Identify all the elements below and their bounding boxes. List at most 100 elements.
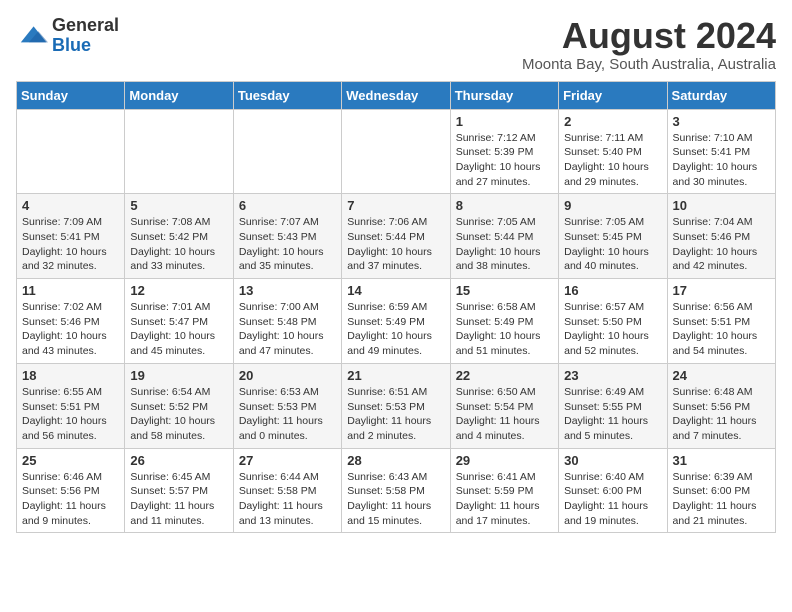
calendar-cell: 30 Sunrise: 6:40 AM Sunset: 6:00 PM Dayli… [559, 448, 667, 533]
calendar-cell: 9Sunrise: 7:05 AM Sunset: 5:45 PM Daylig… [559, 194, 667, 279]
page-header: General Blue August 2024 Moonta Bay, Sou… [16, 16, 776, 73]
calendar-cell: 28 Sunrise: 6:43 AM Sunset: 5:58 PM Dayli… [342, 448, 450, 533]
calendar-cell: 1 Sunrise: 7:12 AM Sunset: 5:39 PM Daylig… [450, 109, 558, 194]
day-of-week-header: Monday [125, 81, 233, 109]
day-info: Sunrise: 6:54 AM Sunset: 5:52 PM Dayligh… [130, 385, 227, 444]
day-info: Sunrise: 6:49 AM Sunset: 5:55 PM Dayligh… [564, 385, 661, 444]
calendar-cell [125, 109, 233, 194]
day-number: 16 [564, 283, 661, 298]
month-year-title: August 2024 [522, 16, 776, 56]
logo-icon [16, 20, 48, 52]
day-info: Sunrise: 7:08 AM Sunset: 5:42 PM Dayligh… [130, 215, 227, 274]
calendar-header-row: SundayMondayTuesdayWednesdayThursdayFrid… [17, 81, 776, 109]
day-number: 25 [22, 453, 119, 468]
calendar-week-row: 11 Sunrise: 7:02 AM Sunset: 5:46 PM Dayli… [17, 279, 776, 364]
calendar-cell: 8 Sunrise: 7:05 AM Sunset: 5:44 PM Daylig… [450, 194, 558, 279]
day-info: Sunrise: 7:09 AM Sunset: 5:41 PM Dayligh… [22, 215, 119, 274]
calendar-cell: 4 Sunrise: 7:09 AM Sunset: 5:41 PM Daylig… [17, 194, 125, 279]
day-number: 9 [564, 198, 661, 213]
calendar-cell: 5 Sunrise: 7:08 AM Sunset: 5:42 PM Daylig… [125, 194, 233, 279]
day-number: 22 [456, 368, 553, 383]
calendar-cell: 15Sunrise: 6:58 AM Sunset: 5:49 PM Dayli… [450, 279, 558, 364]
day-of-week-header: Saturday [667, 81, 775, 109]
calendar-cell: 22 Sunrise: 6:50 AM Sunset: 5:54 PM Dayli… [450, 363, 558, 448]
day-number: 23 [564, 368, 661, 383]
day-number: 10 [673, 198, 770, 213]
calendar-cell: 25 Sunrise: 6:46 AM Sunset: 5:56 PM Dayli… [17, 448, 125, 533]
day-number: 13 [239, 283, 336, 298]
calendar-cell [17, 109, 125, 194]
day-of-week-header: Tuesday [233, 81, 341, 109]
day-info: Sunrise: 6:43 AM Sunset: 5:58 PM Dayligh… [347, 470, 444, 529]
day-info: Sunrise: 6:40 AM Sunset: 6:00 PM Dayligh… [564, 470, 661, 529]
calendar-cell: 29Sunrise: 6:41 AM Sunset: 5:59 PM Dayli… [450, 448, 558, 533]
calendar-cell: 16 Sunrise: 6:57 AM Sunset: 5:50 PM Dayli… [559, 279, 667, 364]
day-info: Sunrise: 7:06 AM Sunset: 5:44 PM Dayligh… [347, 215, 444, 274]
calendar-table: SundayMondayTuesdayWednesdayThursdayFrid… [16, 81, 776, 534]
logo-blue-text: Blue [52, 35, 91, 55]
calendar-cell: 27Sunrise: 6:44 AM Sunset: 5:58 PM Dayli… [233, 448, 341, 533]
logo-general-text: General [52, 15, 119, 35]
day-number: 17 [673, 283, 770, 298]
day-number: 11 [22, 283, 119, 298]
calendar-week-row: 1 Sunrise: 7:12 AM Sunset: 5:39 PM Daylig… [17, 109, 776, 194]
calendar-cell: 12Sunrise: 7:01 AM Sunset: 5:47 PM Dayli… [125, 279, 233, 364]
day-number: 4 [22, 198, 119, 213]
calendar-cell: 17 Sunrise: 6:56 AM Sunset: 5:51 PM Dayli… [667, 279, 775, 364]
day-number: 28 [347, 453, 444, 468]
day-info: Sunrise: 7:02 AM Sunset: 5:46 PM Dayligh… [22, 300, 119, 359]
calendar-cell: 11 Sunrise: 7:02 AM Sunset: 5:46 PM Dayli… [17, 279, 125, 364]
day-info: Sunrise: 7:11 AM Sunset: 5:40 PM Dayligh… [564, 131, 661, 190]
day-info: Sunrise: 7:05 AM Sunset: 5:44 PM Dayligh… [456, 215, 553, 274]
day-number: 2 [564, 114, 661, 129]
day-info: Sunrise: 6:59 AM Sunset: 5:49 PM Dayligh… [347, 300, 444, 359]
calendar-cell: 21 Sunrise: 6:51 AM Sunset: 5:53 PM Dayli… [342, 363, 450, 448]
day-of-week-header: Thursday [450, 81, 558, 109]
day-number: 6 [239, 198, 336, 213]
day-number: 26 [130, 453, 227, 468]
day-info: Sunrise: 6:41 AM Sunset: 5:59 PM Dayligh… [456, 470, 553, 529]
calendar-cell: 6 Sunrise: 7:07 AM Sunset: 5:43 PM Daylig… [233, 194, 341, 279]
day-info: Sunrise: 7:00 AM Sunset: 5:48 PM Dayligh… [239, 300, 336, 359]
location-subtitle: Moonta Bay, South Australia, Australia [522, 56, 776, 73]
day-info: Sunrise: 6:53 AM Sunset: 5:53 PM Dayligh… [239, 385, 336, 444]
day-info: Sunrise: 6:39 AM Sunset: 6:00 PM Dayligh… [673, 470, 770, 529]
day-number: 20 [239, 368, 336, 383]
day-info: Sunrise: 7:01 AM Sunset: 5:47 PM Dayligh… [130, 300, 227, 359]
calendar-cell: 3Sunrise: 7:10 AM Sunset: 5:41 PM Daylig… [667, 109, 775, 194]
day-info: Sunrise: 6:57 AM Sunset: 5:50 PM Dayligh… [564, 300, 661, 359]
day-info: Sunrise: 7:07 AM Sunset: 5:43 PM Dayligh… [239, 215, 336, 274]
title-block: August 2024 Moonta Bay, South Australia,… [522, 16, 776, 73]
calendar-cell: 19 Sunrise: 6:54 AM Sunset: 5:52 PM Dayli… [125, 363, 233, 448]
day-info: Sunrise: 6:50 AM Sunset: 5:54 PM Dayligh… [456, 385, 553, 444]
logo: General Blue [16, 16, 119, 56]
calendar-cell: 18Sunrise: 6:55 AM Sunset: 5:51 PM Dayli… [17, 363, 125, 448]
day-number: 14 [347, 283, 444, 298]
day-info: Sunrise: 7:12 AM Sunset: 5:39 PM Dayligh… [456, 131, 553, 190]
day-number: 5 [130, 198, 227, 213]
calendar-week-row: 18Sunrise: 6:55 AM Sunset: 5:51 PM Dayli… [17, 363, 776, 448]
calendar-cell: 13 Sunrise: 7:00 AM Sunset: 5:48 PM Dayli… [233, 279, 341, 364]
day-info: Sunrise: 6:51 AM Sunset: 5:53 PM Dayligh… [347, 385, 444, 444]
day-number: 8 [456, 198, 553, 213]
calendar-cell [342, 109, 450, 194]
day-number: 31 [673, 453, 770, 468]
day-of-week-header: Wednesday [342, 81, 450, 109]
calendar-cell: 14 Sunrise: 6:59 AM Sunset: 5:49 PM Dayli… [342, 279, 450, 364]
day-number: 19 [130, 368, 227, 383]
day-info: Sunrise: 6:48 AM Sunset: 5:56 PM Dayligh… [673, 385, 770, 444]
day-info: Sunrise: 6:44 AM Sunset: 5:58 PM Dayligh… [239, 470, 336, 529]
day-number: 30 [564, 453, 661, 468]
day-info: Sunrise: 7:10 AM Sunset: 5:41 PM Dayligh… [673, 131, 770, 190]
day-of-week-header: Sunday [17, 81, 125, 109]
day-info: Sunrise: 6:46 AM Sunset: 5:56 PM Dayligh… [22, 470, 119, 529]
calendar-cell: 7Sunrise: 7:06 AM Sunset: 5:44 PM Daylig… [342, 194, 450, 279]
day-number: 24 [673, 368, 770, 383]
day-number: 1 [456, 114, 553, 129]
day-number: 21 [347, 368, 444, 383]
day-info: Sunrise: 6:56 AM Sunset: 5:51 PM Dayligh… [673, 300, 770, 359]
calendar-cell [233, 109, 341, 194]
day-info: Sunrise: 6:55 AM Sunset: 5:51 PM Dayligh… [22, 385, 119, 444]
day-number: 15 [456, 283, 553, 298]
calendar-cell: 31 Sunrise: 6:39 AM Sunset: 6:00 PM Dayli… [667, 448, 775, 533]
